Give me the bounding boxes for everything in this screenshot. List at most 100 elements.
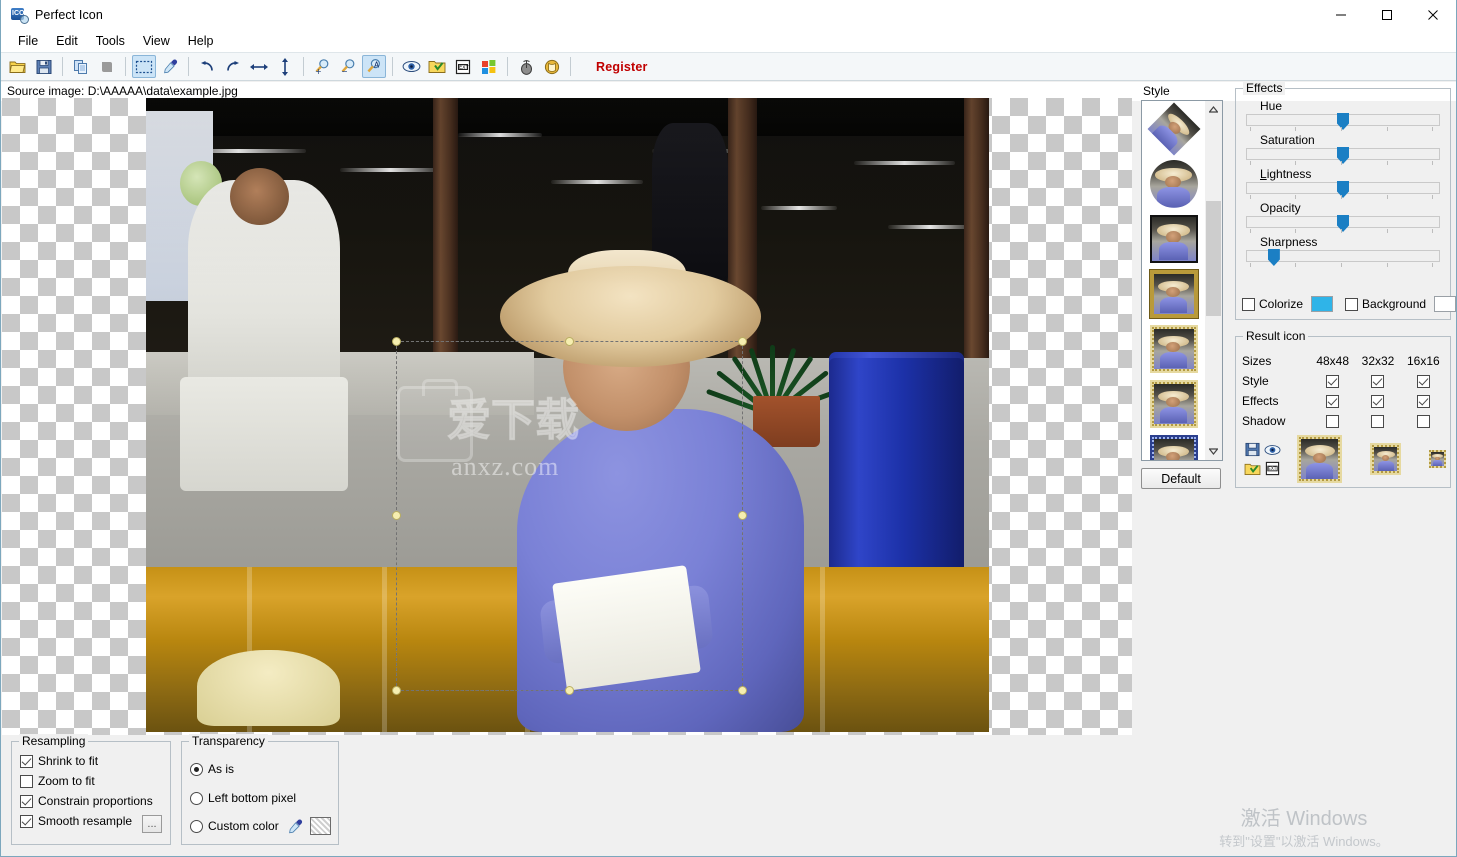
selection-handle-top-right[interactable] [738,337,747,346]
style-thumb-stamp-selected[interactable] [1142,376,1205,431]
style-thumb-diamond[interactable] [1142,101,1205,156]
zoom-auto-icon[interactable]: A [362,55,386,78]
toolbar-separator [303,57,304,76]
save-icon-button[interactable] [1242,440,1262,459]
extract-icon[interactable]: EXT [451,55,475,78]
book-icon[interactable] [540,55,564,78]
rotate-right-icon[interactable] [221,55,245,78]
result-preview-16[interactable] [1428,450,1446,468]
mouse-icon[interactable] [514,55,538,78]
option-custom-color[interactable]: Custom color [190,813,338,839]
preview-eye-button[interactable] [1262,440,1282,459]
rotate-left-icon[interactable] [195,55,219,78]
selection-handle-middle-right[interactable] [738,511,747,520]
hatch-swatch[interactable] [309,817,331,835]
background-checkbox[interactable] [1345,297,1359,311]
style-thumb-blue-dotted[interactable] [1142,431,1205,460]
menu-view[interactable]: View [134,32,179,50]
menu-edit[interactable]: Edit [47,32,87,50]
result-preview-48[interactable] [1297,435,1343,483]
background-color-swatch[interactable] [1434,296,1457,312]
style-scrollbar-thumb[interactable] [1206,201,1221,316]
menu-help[interactable]: Help [179,32,223,50]
slider-opacity[interactable]: Opacity [1244,201,1442,235]
open-icon[interactable] [6,55,30,78]
style-thumb-ellipse[interactable] [1142,156,1205,211]
register-button[interactable]: Register [596,60,648,74]
colorize-color-swatch[interactable] [1311,296,1334,312]
shadow-16-checkbox[interactable] [1416,414,1430,428]
result-icon-actions: EXT [1242,435,1446,483]
effects-48-checkbox[interactable] [1326,394,1340,408]
shadow-32-checkbox[interactable] [1371,414,1385,428]
slider-hue[interactable]: Hue [1244,99,1442,133]
left-bottom-pixel-radio[interactable] [190,791,203,805]
selection-handle-top-center[interactable] [564,337,574,346]
selection-handle-bottom-center[interactable] [564,686,574,695]
slider-saturation[interactable]: Saturation [1244,133,1442,167]
constrain-proportions-checkbox[interactable] [20,794,33,808]
default-button[interactable]: Default [1141,468,1221,489]
option-zoom-to-fit[interactable]: Zoom to fit [20,771,170,791]
option-left-bottom-pixel[interactable]: Left bottom pixel [190,783,338,813]
minimize-button[interactable] [1318,0,1364,30]
copy-icon[interactable] [69,55,93,78]
selection-handle-bottom-left[interactable] [392,686,401,695]
windows-icon[interactable] [477,55,501,78]
preview-eye-icon[interactable] [399,55,423,78]
style-thumb-plain-border[interactable] [1142,211,1205,266]
close-button[interactable] [1410,0,1456,30]
colorize-checkbox[interactable] [1242,297,1255,311]
style-16-checkbox[interactable] [1416,374,1430,388]
effects-32-checkbox[interactable] [1371,394,1385,408]
style-thumb-gold-frame[interactable] [1142,266,1205,321]
flip-vertical-icon[interactable] [273,55,297,78]
style-32-checkbox[interactable] [1371,374,1385,388]
slider-lightness-label: Lightness [1260,167,1312,181]
svg-text:EXT: EXT [1268,466,1277,472]
eyedropper-icon[interactable] [158,55,182,78]
selection-handle-bottom-right[interactable] [738,686,747,695]
shrink-to-fit-checkbox[interactable] [20,754,33,768]
effects-16-checkbox[interactable] [1416,394,1430,408]
selection-marquee[interactable] [392,337,747,695]
shadow-48-checkbox[interactable] [1326,414,1340,428]
selection-handle-middle-left[interactable] [392,511,401,520]
option-constrain-proportions[interactable]: Constrain proportions [20,791,170,811]
flip-horizontal-icon[interactable] [247,55,271,78]
select-rectangle-icon[interactable] [132,55,156,78]
selection-handle-top-left[interactable] [392,337,401,346]
smooth-resample-checkbox[interactable] [20,814,33,828]
image-canvas[interactable]: 爱下载 anxz.com [2,98,1132,735]
scroll-down-icon[interactable] [1205,443,1222,460]
style-48-checkbox[interactable] [1326,374,1340,388]
scroll-up-icon[interactable] [1205,101,1222,118]
paste-gray-icon[interactable] [95,55,119,78]
window-controls [1318,0,1456,30]
style-list[interactable] [1141,100,1223,461]
style-scrollbar[interactable] [1205,101,1222,460]
custom-color-radio[interactable] [190,819,203,833]
slider-lightness[interactable]: Lightness [1244,167,1442,201]
option-as-is[interactable]: As is [190,755,338,783]
save-icon[interactable] [32,55,56,78]
folder-check-icon[interactable] [425,55,449,78]
zoom-out-icon[interactable]: − [336,55,360,78]
folder-check-button[interactable] [1242,459,1262,478]
eyedropper-icon[interactable] [287,818,304,835]
zoom-to-fit-checkbox[interactable] [20,774,33,788]
extract-ext-button[interactable]: EXT [1262,459,1282,478]
menu-tools[interactable]: Tools [87,32,134,50]
menu-file[interactable]: File [9,32,47,50]
style-thumb-stamp[interactable] [1142,321,1205,376]
resample-options-button[interactable]: ... [142,815,162,833]
zoom-in-icon[interactable]: + [310,55,334,78]
as-is-radio[interactable] [190,762,203,776]
maximize-button[interactable] [1364,0,1410,30]
result-preview-32[interactable] [1370,443,1401,475]
constrain-proportions-label: Constrain proportions [38,794,153,808]
toolbar: + − A EXT Register [1,52,1456,81]
option-shrink-to-fit[interactable]: Shrink to fit [20,751,170,771]
svg-text:+: + [315,67,322,75]
slider-sharpness[interactable]: Sharpness [1244,235,1442,269]
